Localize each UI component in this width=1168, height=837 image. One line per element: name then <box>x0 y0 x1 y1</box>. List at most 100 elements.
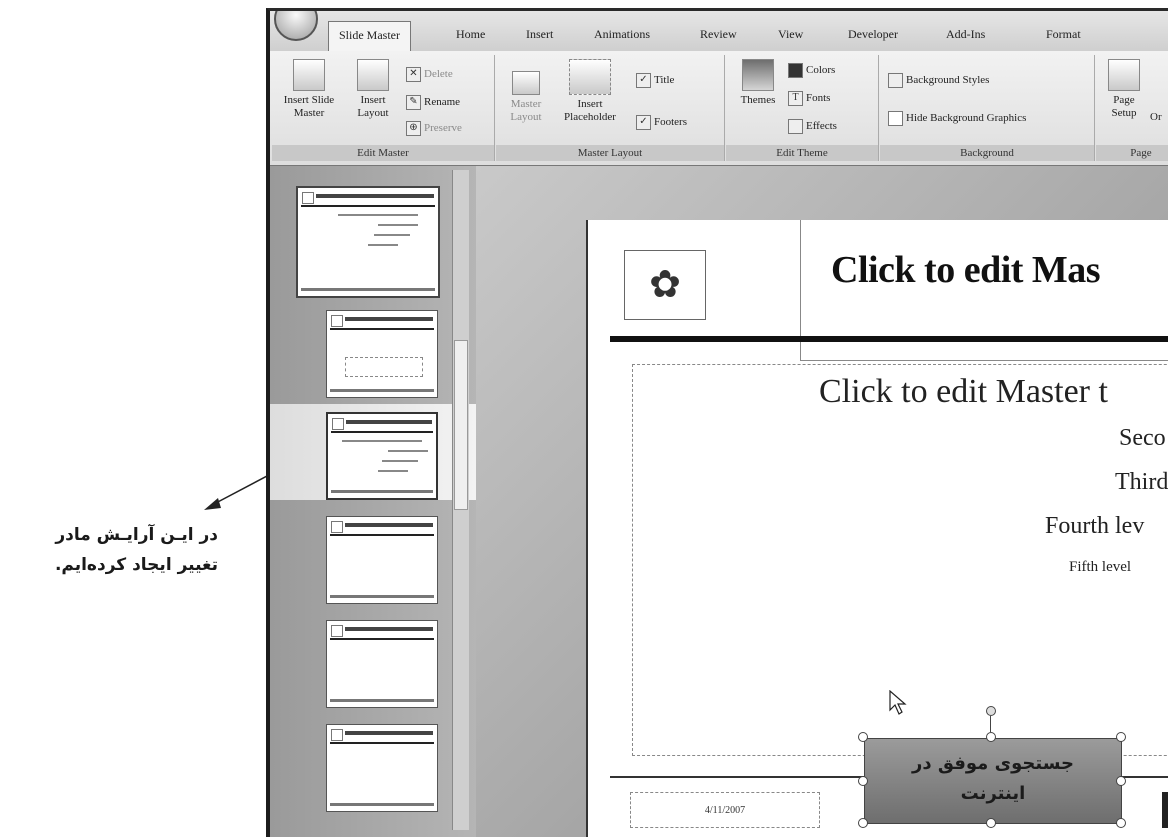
master-layout-label: Master Layout <box>510 98 542 123</box>
thumbnail-rule <box>330 328 434 330</box>
footer-placeholder-selected[interactable]: جستجوی موفق در اینترنت <box>864 738 1122 824</box>
hide-background-graphics-label: Hide Background Graphics <box>906 112 1027 125</box>
tab-developer[interactable]: Developer <box>848 27 898 42</box>
mouse-pointer-icon <box>889 690 907 715</box>
resize-handle[interactable] <box>858 818 868 828</box>
master-layout-group-label: Master Layout <box>496 145 724 161</box>
rename-button[interactable]: ✎ Rename <box>406 95 460 110</box>
tab-review[interactable]: Review <box>700 27 737 42</box>
background-styles-label: Background Styles <box>906 74 990 87</box>
thumbnail-slide-master[interactable] <box>296 186 440 298</box>
thumbnail-title <box>345 731 433 735</box>
insert-layout-label: Insert Layout <box>357 94 389 119</box>
footers-check-icon: ✓ <box>636 115 651 130</box>
thumbnail-layout-title[interactable] <box>326 310 438 398</box>
title-checkbox-label: Title <box>654 74 675 87</box>
office-button[interactable] <box>274 11 318 41</box>
tab-add-ins[interactable]: Add-Ins <box>946 27 985 42</box>
thumbnail-scrollbar[interactable] <box>452 170 469 830</box>
thumbnail-text-line <box>378 224 418 226</box>
themes-icon <box>742 59 774 91</box>
insert-layout-icon <box>357 59 389 91</box>
thumbnail-rule <box>330 534 434 536</box>
thumbnail-layout[interactable] <box>326 724 438 812</box>
thumbnail-footer <box>330 389 434 392</box>
insert-placeholder-label: Insert Placeholder <box>564 98 616 123</box>
title-checkbox[interactable]: ✓ Title <box>636 73 674 88</box>
page-group-label: Page <box>1096 145 1168 161</box>
colors-label: Colors <box>806 64 836 77</box>
thumbnail-rule <box>330 638 434 640</box>
tab-slide-master[interactable]: Slide Master <box>328 21 411 51</box>
ribbon: Insert Slide Master Insert Layout ✕ Delet… <box>270 51 1168 166</box>
rotate-handle-stem <box>990 716 991 732</box>
edit-master-group-label: Edit Master <box>272 145 494 161</box>
body-level-2: Seco <box>1119 425 1166 451</box>
colors-button[interactable]: Colors <box>788 63 835 78</box>
footers-checkbox-label: Footers <box>654 116 687 129</box>
resize-handle[interactable] <box>858 732 868 742</box>
insert-placeholder-button[interactable]: Insert Placeholder <box>554 59 626 124</box>
thumbnail-layout-selected[interactable] <box>326 412 438 500</box>
footers-checkbox[interactable]: ✓ Footers <box>636 115 687 130</box>
tab-insert[interactable]: Insert <box>526 27 553 42</box>
rotate-handle[interactable] <box>986 706 996 716</box>
resize-handle[interactable] <box>1116 732 1126 742</box>
fonts-button[interactable]: T Fonts <box>788 91 830 106</box>
tab-format[interactable]: Format <box>1046 27 1081 42</box>
scrollbar-thumb[interactable] <box>454 340 468 510</box>
thumbnail-footer <box>330 699 434 702</box>
thumbnail-text-line <box>388 450 428 452</box>
thumbnail-title <box>345 317 433 321</box>
tab-home[interactable]: Home <box>456 27 485 42</box>
hide-background-graphics-checkbox[interactable]: Hide Background Graphics <box>888 111 1026 126</box>
slide-canvas: ✿ Click to edit Mas Click to edit Master… <box>476 166 1168 837</box>
resize-handle[interactable] <box>1116 818 1126 828</box>
master-slide[interactable]: ✿ Click to edit Mas Click to edit Master… <box>586 220 1168 837</box>
group-edit-theme: Themes Colors T Fonts Effects Edit Theme <box>726 55 879 161</box>
insert-layout-button[interactable]: Insert Layout <box>348 59 398 120</box>
thumbnail-title <box>345 627 433 631</box>
background-styles-button[interactable]: Background Styles <box>888 73 989 88</box>
body-level-5: Fifth level <box>1069 559 1132 575</box>
thumbnail-logo-icon <box>331 315 343 327</box>
group-background: Background Styles Hide Background Graphi… <box>880 55 1095 161</box>
flower-emblem-icon[interactable]: ✿ <box>624 250 706 320</box>
insert-slide-master-button[interactable]: Insert Slide Master <box>276 59 342 120</box>
preserve-button[interactable]: ⊕ Preserve <box>406 121 462 136</box>
tab-animations[interactable]: Animations <box>594 27 650 42</box>
thumbnail-text-line <box>368 244 398 246</box>
thumbnail-logo-icon <box>331 729 343 741</box>
resize-handle[interactable] <box>986 732 996 742</box>
effects-button[interactable]: Effects <box>788 119 837 134</box>
page: { "annotation": { "line1": "در ایـن آرای… <box>0 0 1168 837</box>
preserve-label: Preserve <box>424 122 462 135</box>
resize-handle[interactable] <box>858 776 868 786</box>
master-layout-button[interactable]: Master Layout <box>500 71 552 124</box>
footer-text-line-1: جستجوی موفق در <box>912 753 1074 774</box>
page-setup-label: Page Setup <box>1111 94 1137 119</box>
resize-handle[interactable] <box>986 818 996 828</box>
date-placeholder[interactable]: 4/11/2007 <box>630 792 820 828</box>
colors-icon <box>788 63 803 78</box>
body-level-3: Third <box>1115 469 1168 495</box>
thumbnail-layout[interactable] <box>326 620 438 708</box>
tab-view[interactable]: View <box>778 27 803 42</box>
body-level-1: Click to edit Master t <box>819 373 1108 410</box>
thumbnail-rule <box>301 205 435 207</box>
thumbnail-footer <box>330 595 434 598</box>
thumbnail-footer <box>330 803 434 806</box>
orientation-button[interactable]: Or <box>1150 111 1162 124</box>
resize-handle[interactable] <box>1116 776 1126 786</box>
thumbnail-layout[interactable] <box>326 516 438 604</box>
slide-number-placeholder[interactable] <box>1162 792 1168 828</box>
thumbnail-logo-icon <box>332 418 344 430</box>
title-check-icon: ✓ <box>636 73 651 88</box>
delete-button[interactable]: ✕ Delete <box>406 67 453 82</box>
group-edit-master: Insert Slide Master Insert Layout ✕ Delet… <box>272 55 495 161</box>
themes-button[interactable]: Themes <box>732 59 784 107</box>
thumbnail-text-line <box>374 234 410 236</box>
rename-icon: ✎ <box>406 95 421 110</box>
page-setup-button[interactable]: Page Setup <box>1100 59 1148 120</box>
body-level-4: Fourth lev <box>1045 513 1145 539</box>
